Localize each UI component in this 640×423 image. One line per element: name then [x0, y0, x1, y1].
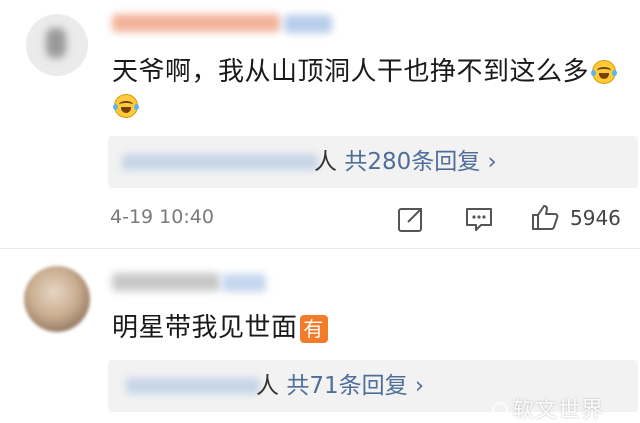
reply-count-link[interactable]: 人 共71条回复 ›	[256, 370, 424, 402]
comment-timestamp: 4-19 10:40	[110, 206, 214, 228]
comment-text: 明星带我见世面有	[112, 308, 328, 348]
share-icon[interactable]	[396, 204, 426, 234]
like-icon[interactable]	[530, 202, 560, 232]
reply-person-suffix: 人	[314, 149, 337, 175]
reply-count-label[interactable]: 共71条回复 ›	[286, 373, 424, 399]
avatar[interactable]	[24, 266, 90, 332]
comment-body: 天爷啊，我从山顶洞人干也挣不到这么多	[112, 57, 590, 87]
user-badge-blurred	[222, 274, 266, 292]
comment-icon[interactable]	[464, 204, 494, 234]
username-blurred[interactable]	[112, 273, 220, 291]
watermark: 软文世界	[492, 392, 604, 423]
reply-count-label[interactable]: 共280条回复 ›	[344, 149, 496, 175]
you-emoji-badge: 有	[299, 315, 328, 343]
watermark-text: 软文世界	[512, 398, 605, 423]
reply-count-link[interactable]: 人 共280条回复 ›	[314, 146, 497, 178]
user-badge-blurred	[284, 15, 332, 33]
comment-body: 明星带我见世面	[112, 313, 298, 343]
reply-person-suffix: 人	[256, 373, 279, 399]
reply-usernames-blurred	[122, 154, 318, 170]
laughing-crying-emoji-icon	[113, 94, 139, 118]
username-blurred[interactable]	[112, 14, 280, 32]
like-count: 5946	[570, 206, 621, 230]
reply-preview[interactable]: 人 共280条回复 ›	[108, 136, 638, 188]
comment-text: 天爷啊，我从山顶洞人干也挣不到这么多	[112, 52, 632, 92]
reply-usernames-blurred	[126, 378, 260, 394]
divider	[0, 248, 640, 249]
laughing-crying-emoji-icon	[591, 60, 617, 84]
avatar[interactable]	[26, 14, 88, 76]
watermark-logo-icon	[492, 402, 508, 418]
